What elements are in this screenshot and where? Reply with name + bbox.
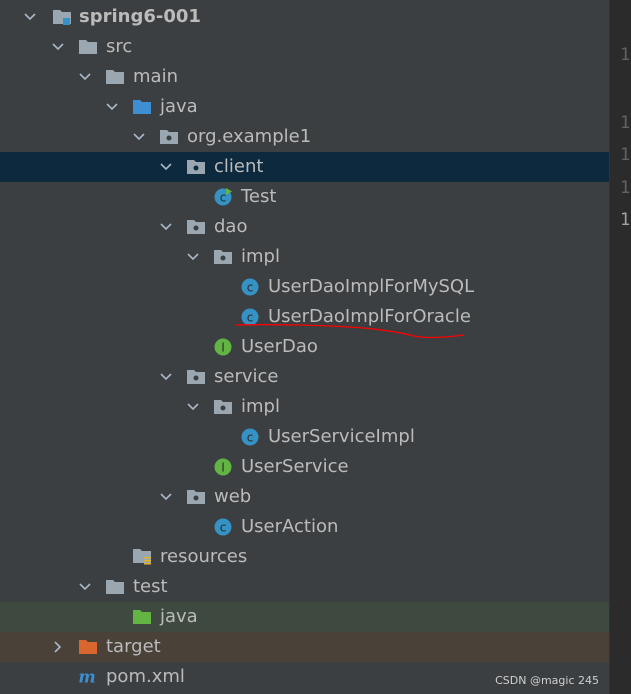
package-icon: [213, 397, 233, 417]
tree-node-label: impl: [241, 246, 280, 267]
svg-text:I: I: [221, 341, 225, 355]
chevron-right-icon[interactable]: [50, 639, 66, 655]
class-icon: c: [213, 517, 233, 537]
tree-node-label: org.example1: [187, 126, 312, 147]
svg-text:c: c: [220, 521, 227, 535]
folder-icon: [105, 577, 125, 597]
tree-node-resources[interactable]: resources: [0, 542, 609, 572]
svg-text:m: m: [78, 667, 95, 686]
line-number: 1: [620, 45, 631, 65]
interface-icon: I: [213, 457, 233, 477]
tree-node-service[interactable]: service: [0, 362, 609, 392]
tree-node-main[interactable]: main: [0, 62, 609, 92]
package-icon: [186, 157, 206, 177]
chevron-down-icon[interactable]: [185, 399, 201, 415]
svg-text:c: c: [220, 191, 227, 205]
line-number: 1: [620, 145, 631, 165]
line-number: 1: [620, 210, 631, 230]
svg-text:c: c: [247, 281, 254, 295]
tree-node-label: UserServiceImpl: [268, 426, 415, 447]
tree-node-label: service: [214, 366, 279, 387]
chevron-down-icon[interactable]: [104, 99, 120, 115]
tree-node-userservice[interactable]: I UserService: [0, 452, 609, 482]
excluded-folder-icon: [78, 637, 98, 657]
tree-node-label: resources: [160, 546, 248, 567]
package-icon: [186, 487, 206, 507]
tree-node-userdaoimplformysql[interactable]: c UserDaoImplForMySQL: [0, 272, 609, 302]
chevron-down-icon[interactable]: [158, 489, 174, 505]
watermark: CSDN @magic 245: [495, 674, 599, 687]
tree-node-label: main: [133, 66, 178, 87]
package-icon: [186, 217, 206, 237]
interface-icon: I: [213, 337, 233, 357]
tree-node-client[interactable]: client: [0, 152, 609, 182]
tree-node-service-impl[interactable]: impl: [0, 392, 609, 422]
tree-node-src[interactable]: src: [0, 32, 609, 62]
svg-text:c: c: [247, 431, 254, 445]
red-underline-annotation: [235, 323, 465, 339]
editor-gutter: 1 1 1 1 1: [609, 0, 631, 694]
tree-node-label: target: [106, 636, 161, 657]
tree-node-label: test: [133, 576, 168, 597]
tree-node-spring6-001[interactable]: spring6-001: [0, 2, 609, 32]
tree-node-target[interactable]: target: [0, 632, 609, 662]
tree-node-userserviceimpl[interactable]: c UserServiceImpl: [0, 422, 609, 452]
line-number: 1: [620, 178, 631, 198]
class-icon: c: [240, 427, 260, 447]
tree-node-test[interactable]: test: [0, 572, 609, 602]
tree-node-java-source[interactable]: java: [0, 92, 609, 122]
tree-node-web[interactable]: web: [0, 482, 609, 512]
folder-icon: [105, 67, 125, 87]
svg-text:I: I: [221, 461, 225, 475]
chevron-down-icon[interactable]: [131, 129, 147, 145]
tree-node-label: dao: [214, 216, 248, 237]
chevron-down-icon[interactable]: [158, 159, 174, 175]
resources-folder-icon: [132, 547, 152, 567]
module-folder-icon: [52, 7, 72, 27]
chevron-down-icon[interactable]: [158, 219, 174, 235]
chevron-down-icon[interactable]: [22, 9, 38, 25]
chevron-down-icon[interactable]: [77, 69, 93, 85]
tree-node-test-class[interactable]: c Test: [0, 182, 609, 212]
chevron-down-icon[interactable]: [50, 39, 66, 55]
tree-node-label: UserAction: [241, 516, 339, 537]
tree-node-label: UserService: [241, 456, 349, 477]
tree-node-label: spring6-001: [79, 6, 201, 27]
test-source-folder-icon: [132, 607, 152, 627]
tree-node-label: impl: [241, 396, 280, 417]
package-icon: [213, 247, 233, 267]
tree-node-label: java: [160, 606, 198, 627]
tree-node-dao-impl[interactable]: impl: [0, 242, 609, 272]
source-root-folder-icon: [132, 97, 152, 117]
project-tree: spring6-001 src main java org.example1 c…: [0, 0, 609, 694]
tree-node-dao[interactable]: dao: [0, 212, 609, 242]
ide-window: spring6-001 src main java org.example1 c…: [0, 0, 631, 694]
tree-node-label: web: [214, 486, 252, 507]
tree-node-label: pom.xml: [106, 666, 185, 687]
tree-node-label: UserDaoImplForMySQL: [268, 276, 475, 297]
line-number: 1: [620, 113, 631, 133]
tree-node-label: client: [214, 156, 264, 177]
tree-node-java-test[interactable]: java: [0, 602, 609, 632]
chevron-down-icon[interactable]: [77, 579, 93, 595]
tree-node-label: src: [106, 36, 133, 57]
tree-node-label: java: [160, 96, 198, 117]
folder-icon: [78, 37, 98, 57]
runnable-class-icon: c: [213, 187, 233, 207]
package-icon: [186, 367, 206, 387]
tree-node-org-example1[interactable]: org.example1: [0, 122, 609, 152]
package-icon: [159, 127, 179, 147]
class-icon: c: [240, 277, 260, 297]
tree-node-label: Test: [241, 186, 277, 207]
chevron-down-icon[interactable]: [158, 369, 174, 385]
tree-node-useraction[interactable]: c UserAction: [0, 512, 609, 542]
maven-icon: m: [77, 667, 97, 687]
chevron-down-icon[interactable]: [185, 249, 201, 265]
